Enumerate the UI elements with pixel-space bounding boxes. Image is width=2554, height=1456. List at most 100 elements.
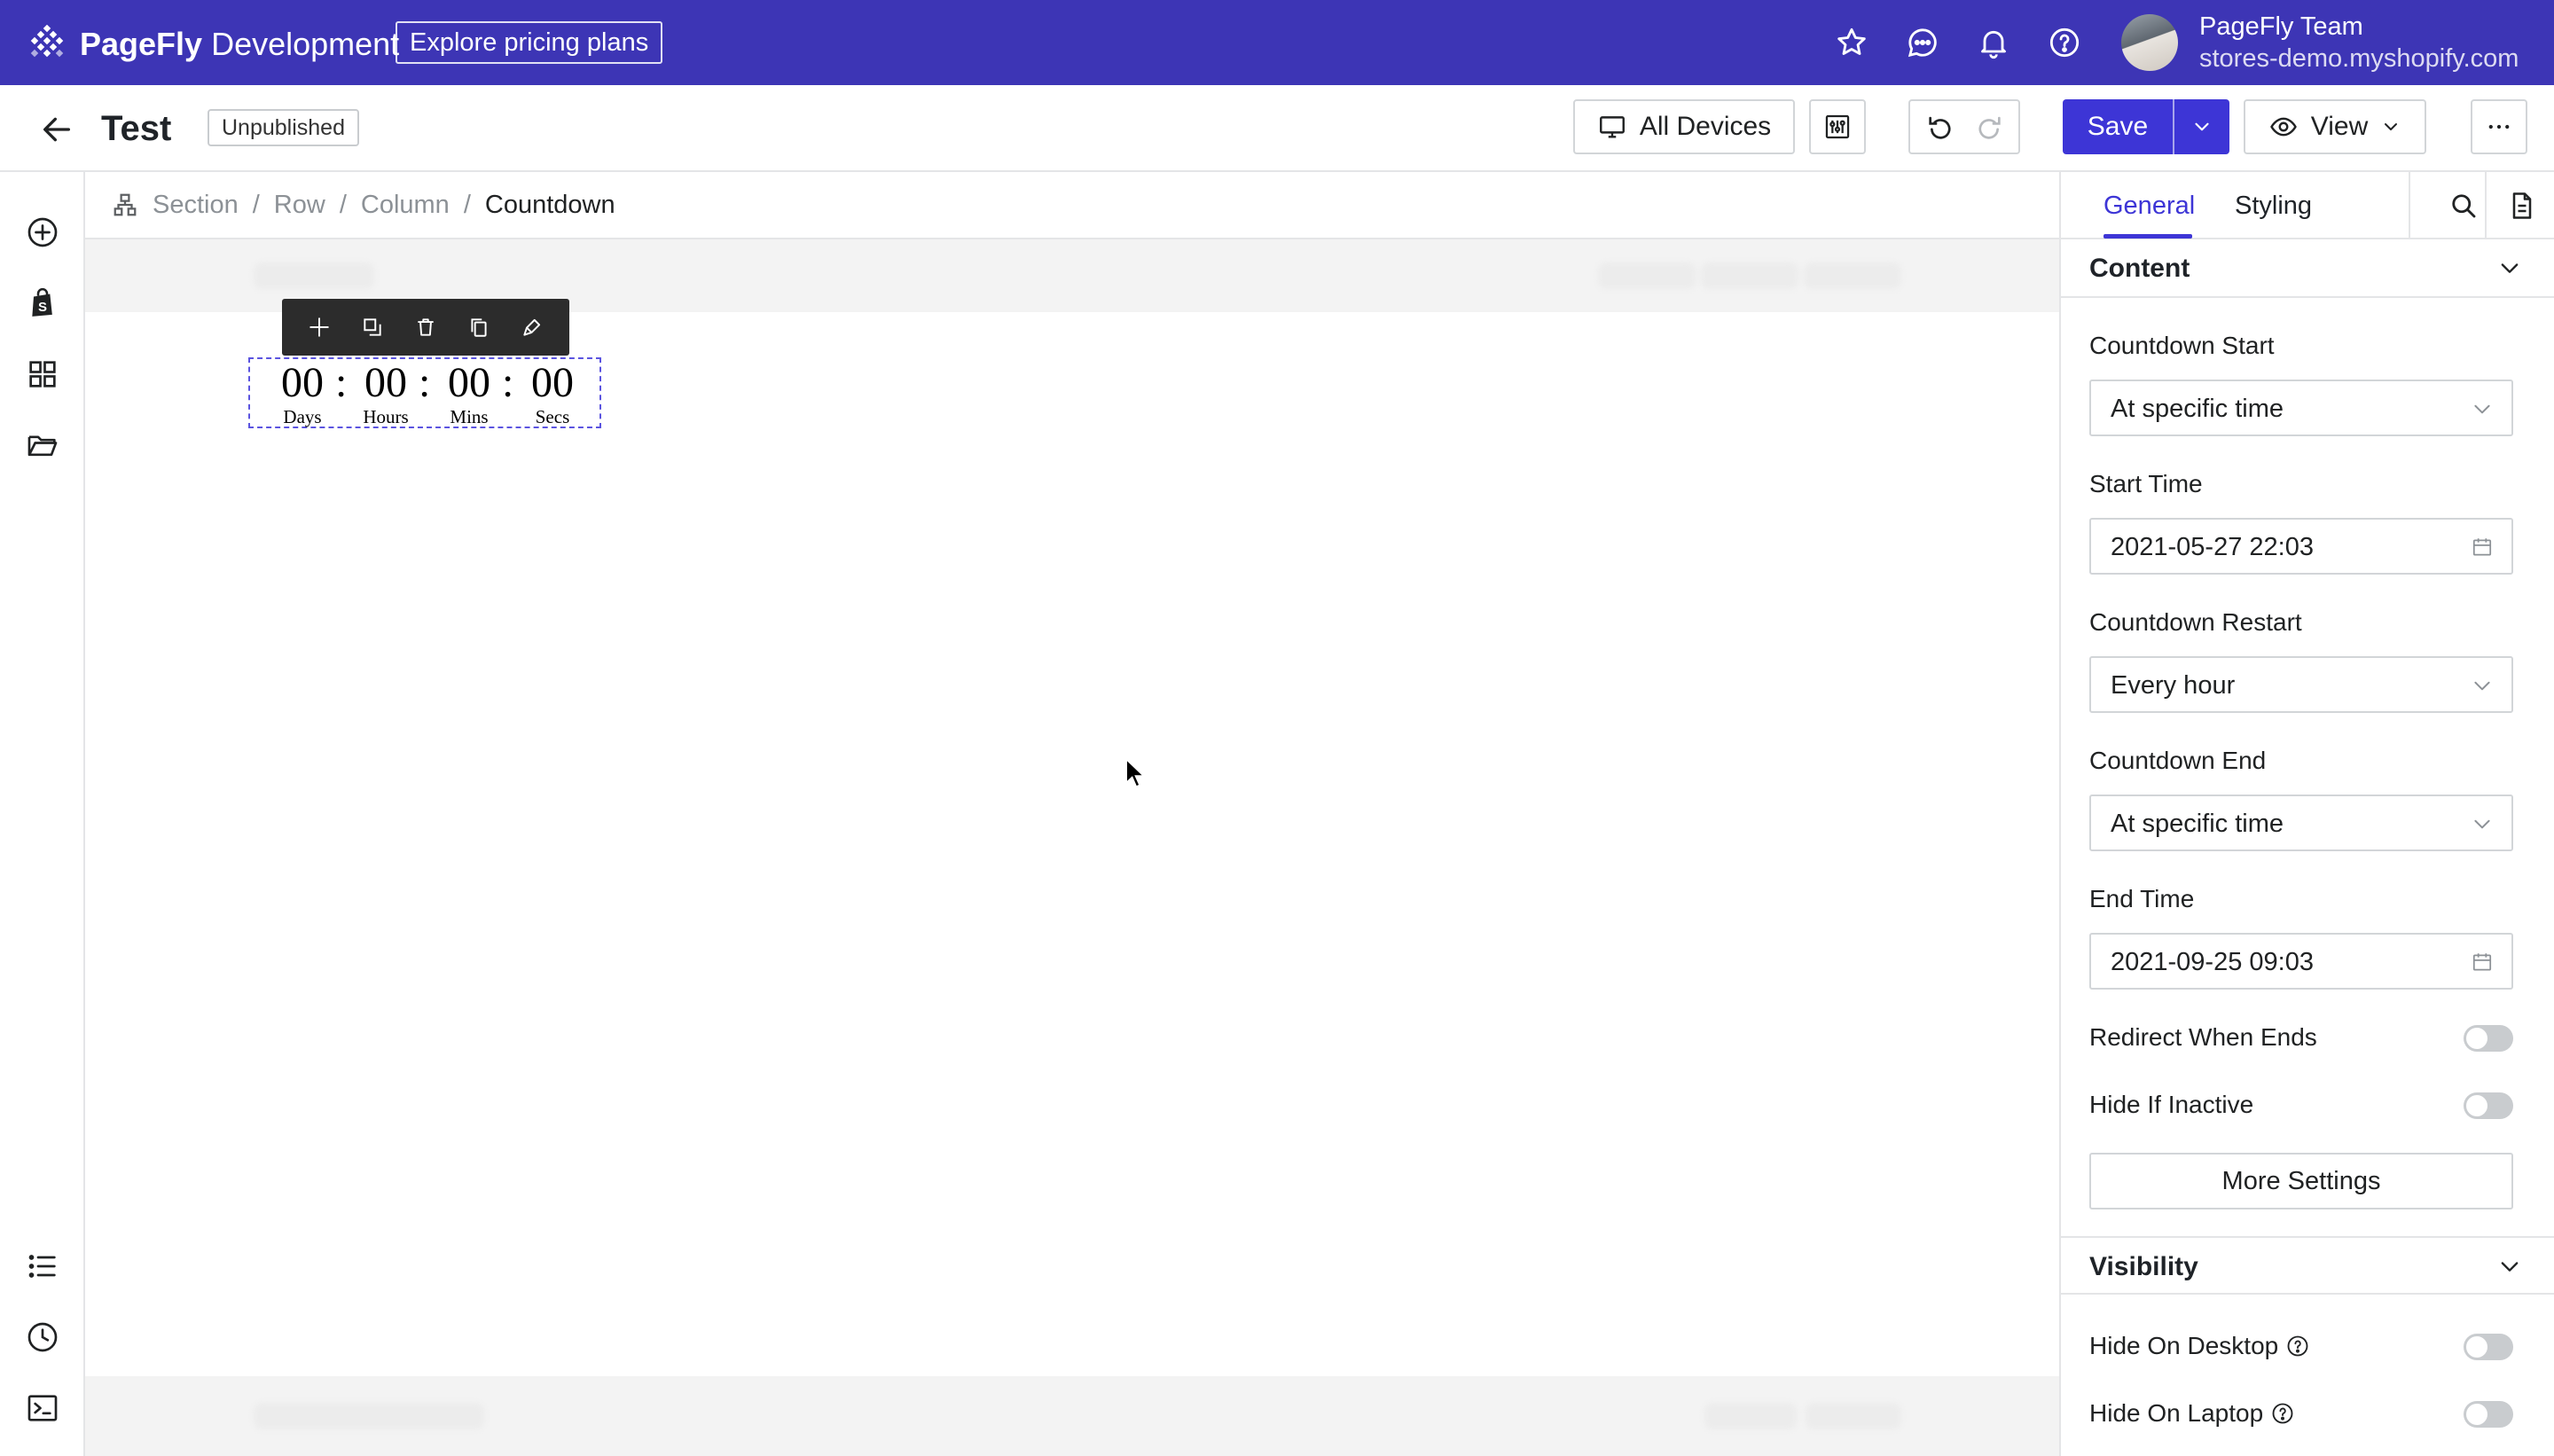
duplicate-icon[interactable] bbox=[359, 314, 386, 341]
pagefly-logo-icon[interactable] bbox=[28, 25, 66, 62]
bell-icon[interactable] bbox=[1976, 25, 2011, 60]
store-domain[interactable]: stores-demo.myshopify.com bbox=[2199, 43, 2519, 74]
countdown-separator: : bbox=[419, 359, 431, 406]
countdown-secs: 00 Secs bbox=[521, 359, 584, 427]
content-section-title: Content bbox=[2089, 254, 2190, 283]
hide-on-desktop-row: Hide On Desktop bbox=[2089, 1330, 2310, 1362]
more-options-button[interactable] bbox=[2471, 99, 2527, 154]
countdown-hours-label: Hours bbox=[363, 406, 409, 427]
back-arrow-icon[interactable] bbox=[39, 112, 74, 147]
hide-if-inactive-toggle[interactable] bbox=[2464, 1092, 2513, 1119]
placeholder-nav-item bbox=[1701, 262, 1798, 289]
start-time-input[interactable]: 2021-05-27 22:03 bbox=[2089, 518, 2513, 575]
structure-tree-icon bbox=[114, 193, 137, 216]
shopify-icon[interactable]: S bbox=[25, 286, 60, 321]
document-icon[interactable] bbox=[2506, 190, 2538, 222]
save-button[interactable]: Save bbox=[2063, 99, 2173, 154]
brand-name-rest: Development bbox=[202, 26, 400, 62]
element-action-toolbar bbox=[282, 299, 569, 356]
brand-name: PageFly Development bbox=[80, 25, 399, 64]
placeholder-nav-item bbox=[1598, 262, 1696, 289]
calendar-icon[interactable] bbox=[2471, 536, 2494, 559]
content-section-header[interactable]: Content bbox=[2061, 239, 2554, 298]
editor-toolbar: Test Unpublished All Devices Save View bbox=[0, 85, 2554, 172]
style-brush-icon[interactable] bbox=[519, 314, 545, 341]
breadcrumb-separator: / bbox=[463, 191, 471, 219]
breadcrumb-item-column[interactable]: Column bbox=[361, 191, 450, 219]
redirect-when-ends-toggle[interactable] bbox=[2464, 1025, 2513, 1052]
hide-on-laptop-label: Hide On Laptop bbox=[2089, 1399, 2264, 1427]
end-time-input[interactable]: 2021-09-25 09:03 bbox=[2089, 933, 2513, 990]
redirect-when-ends-label: Redirect When Ends bbox=[2089, 1023, 2317, 1051]
page-title: Test bbox=[101, 109, 172, 148]
view-button[interactable]: View bbox=[2244, 99, 2426, 154]
countdown-separator: : bbox=[502, 359, 514, 406]
countdown-element[interactable]: 00 Days : 00 Hours : 00 Mins : 00 Secs bbox=[248, 357, 601, 428]
help-circle-icon[interactable] bbox=[2285, 1334, 2310, 1358]
user-name[interactable]: PageFly Team bbox=[2199, 11, 2363, 43]
countdown-secs-label: Secs bbox=[535, 406, 570, 427]
placeholder-nav-item bbox=[1804, 262, 1901, 289]
editor-canvas[interactable]: 00 Days : 00 Hours : 00 Mins : 00 Secs bbox=[85, 239, 2059, 1456]
visibility-section-title: Visibility bbox=[2089, 1252, 2198, 1281]
breadcrumb: Section / Row / Column / Countdown bbox=[153, 188, 615, 222]
start-time-value: 2021-05-27 22:03 bbox=[2111, 533, 2314, 561]
tab-styling[interactable]: Styling bbox=[2235, 190, 2312, 222]
code-terminal-icon[interactable] bbox=[25, 1390, 60, 1426]
redo-icon[interactable] bbox=[1974, 112, 2004, 142]
hide-on-laptop-row: Hide On Laptop bbox=[2089, 1397, 2295, 1429]
countdown-end-label: Countdown End bbox=[2089, 747, 2267, 774]
countdown-start-select[interactable]: At specific time bbox=[2089, 380, 2513, 436]
breadcrumb-separator: / bbox=[339, 191, 347, 219]
more-settings-button[interactable]: More Settings bbox=[2089, 1153, 2513, 1209]
copy-icon[interactable] bbox=[466, 314, 492, 341]
end-time-value: 2021-09-25 09:03 bbox=[2111, 948, 2314, 976]
hide-on-desktop-label: Hide On Desktop bbox=[2089, 1332, 2279, 1359]
placeholder-footer-link bbox=[1704, 1403, 1797, 1429]
star-icon[interactable] bbox=[1834, 25, 1869, 60]
save-options-button[interactable] bbox=[2173, 99, 2229, 154]
chevron-down-icon bbox=[2471, 397, 2494, 420]
top-bar: PageFly Development Explore pricing plan… bbox=[0, 0, 2554, 85]
countdown-end-value: At specific time bbox=[2111, 810, 2284, 838]
countdown-restart-select[interactable]: Every hour bbox=[2089, 656, 2513, 713]
chevron-down-icon bbox=[2501, 263, 2519, 273]
chat-icon[interactable] bbox=[1905, 25, 1940, 60]
sliders-icon bbox=[1825, 114, 1850, 139]
explore-pricing-button[interactable]: Explore pricing plans bbox=[396, 21, 663, 64]
undo-redo-group bbox=[1908, 99, 2020, 154]
chevron-down-icon bbox=[2471, 674, 2494, 697]
search-icon[interactable] bbox=[2448, 190, 2480, 222]
visibility-section-header[interactable]: Visibility bbox=[2061, 1236, 2554, 1295]
tab-general[interactable]: General bbox=[2104, 190, 2195, 222]
help-icon[interactable] bbox=[2047, 25, 2082, 60]
placeholder-footer-text bbox=[254, 1403, 484, 1429]
calendar-icon[interactable] bbox=[2471, 951, 2494, 974]
hide-on-laptop-toggle[interactable] bbox=[2464, 1401, 2513, 1428]
countdown-secs-value: 00 bbox=[531, 359, 574, 406]
breadcrumb-item-row[interactable]: Row bbox=[274, 191, 325, 219]
add-element-icon[interactable] bbox=[25, 215, 60, 250]
undo-icon[interactable] bbox=[1925, 112, 1955, 142]
countdown-restart-value: Every hour bbox=[2111, 671, 2236, 700]
svg-text:S: S bbox=[38, 300, 47, 315]
countdown-hours: 00 Hours bbox=[355, 359, 417, 427]
delete-icon[interactable] bbox=[412, 314, 439, 341]
mouse-pointer-icon bbox=[1125, 757, 1147, 788]
move-icon[interactable] bbox=[306, 314, 333, 341]
adjustments-button[interactable] bbox=[1809, 99, 1866, 154]
brand-name-bold: PageFly bbox=[80, 26, 203, 62]
active-tab-indicator bbox=[2104, 234, 2192, 239]
help-circle-icon[interactable] bbox=[2270, 1401, 2295, 1426]
countdown-days-value: 00 bbox=[281, 359, 324, 406]
device-selector-button[interactable]: All Devices bbox=[1573, 99, 1795, 154]
countdown-end-select[interactable]: At specific time bbox=[2089, 795, 2513, 851]
folder-icon[interactable] bbox=[25, 427, 60, 463]
history-clock-icon[interactable] bbox=[25, 1319, 60, 1355]
user-avatar[interactable] bbox=[2121, 14, 2178, 71]
sections-grid-icon[interactable] bbox=[25, 356, 60, 392]
save-button-group: Save bbox=[2063, 99, 2229, 154]
breadcrumb-item-section[interactable]: Section bbox=[153, 191, 239, 219]
hide-on-desktop-toggle[interactable] bbox=[2464, 1334, 2513, 1360]
layers-list-icon[interactable] bbox=[25, 1249, 60, 1284]
